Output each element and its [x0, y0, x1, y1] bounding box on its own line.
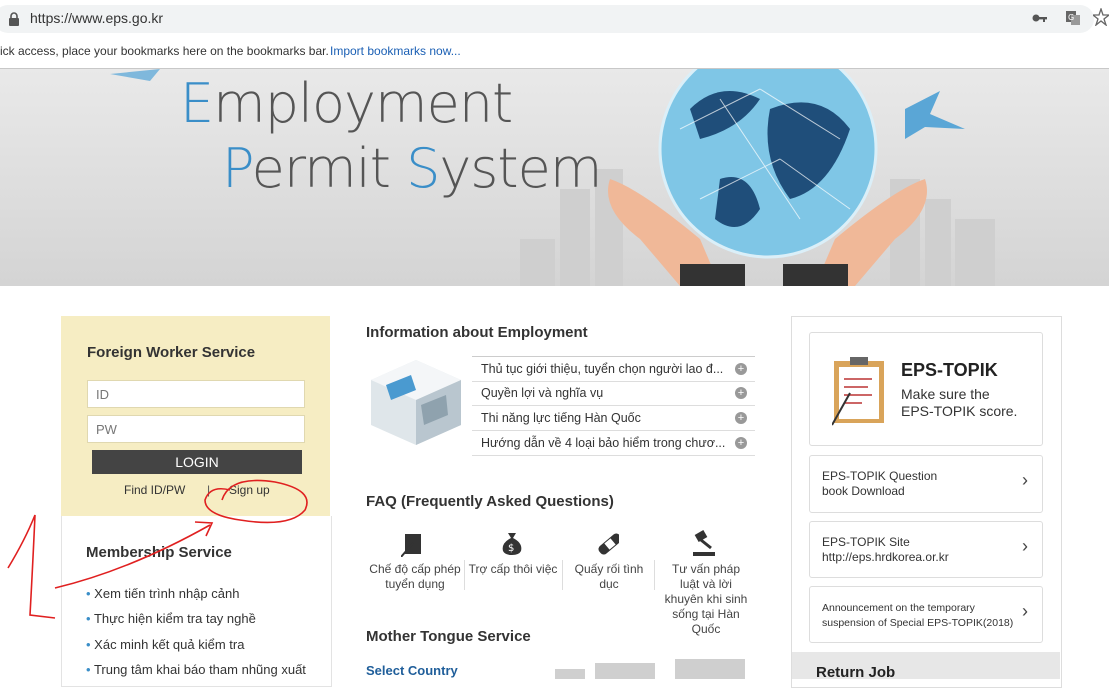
foreign-worker-title: Foreign Worker Service [87, 344, 256, 361]
svg-text:G: G [1068, 13, 1074, 22]
return-job-title: Return Job [816, 664, 896, 681]
translate-icon[interactable]: G [1065, 10, 1081, 26]
bandage-icon [598, 533, 619, 555]
id-input[interactable]: ID [87, 380, 305, 408]
info-employment-title: Information about Employment [366, 324, 588, 341]
bookmarks-hint: ick access, place your bookmarks here on… [0, 44, 329, 58]
svg-text:$: $ [508, 543, 514, 554]
eps-topik-site-link[interactable]: EPS-TOPIK Site http://eps.hrdkorea.or.kr… [809, 521, 1043, 578]
mother-tongue-title: Mother Tongue Service [366, 628, 531, 645]
money-bag-icon: $ [502, 533, 522, 555]
info-list-item[interactable]: Thi năng lực tiếng Hàn Quốc + [472, 406, 755, 431]
eps-topik-title: EPS-TOPIK [901, 360, 998, 380]
faq-item-severance[interactable]: Trợ cấp thôi việc [465, 562, 561, 577]
special-eps-topik-announcement-link[interactable]: Announcement on the temporary suspension… [809, 586, 1043, 643]
pw-input[interactable]: PW [87, 415, 305, 443]
faq-item-license[interactable]: Chế độ cấp phép tuyển dụng [366, 562, 464, 592]
eps-topik-desc-line1: Make sure the [901, 386, 990, 402]
eps-topik-desc-line2: EPS-TOPIK score. [901, 403, 1018, 419]
faq-title: FAQ (Frequently Asked Questions) [366, 493, 614, 510]
browser-address-bar: https://www.eps.go.kr G [0, 0, 1109, 38]
license-icon [401, 534, 421, 557]
info-list-item[interactable]: Quyền lợi và nghĩa vụ + [472, 381, 755, 406]
info-list-item[interactable]: Hướng dẫn về 4 loại bảo hiểm trong chươ.… [472, 431, 755, 456]
gavel-icon [693, 530, 715, 556]
plus-icon[interactable]: + [735, 363, 747, 375]
hero-title-line2: Permit System [222, 137, 602, 200]
question-book-download-link[interactable]: EPS-TOPIK Question book Download › [809, 455, 1043, 513]
key-icon[interactable] [1032, 12, 1048, 24]
chevron-right-icon: › [1022, 536, 1028, 556]
cube-image [371, 360, 461, 445]
info-list-item[interactable]: Thủ tục giới thiệu, tuyển chọn người lao… [472, 356, 755, 382]
lock-icon [9, 12, 19, 26]
hero-title-line1: Employment [180, 72, 513, 135]
eps-topik-card[interactable]: EPS-TOPIK Make sure the EPS-TOPIK score. [809, 332, 1043, 446]
chevron-right-icon: › [1022, 470, 1028, 490]
url-box[interactable] [0, 5, 1094, 33]
select-country-link[interactable]: Select Country [366, 663, 458, 678]
membership-item[interactable]: Trung tâm khai báo tham nhũng xuất [86, 662, 306, 677]
chevron-right-icon: › [1022, 601, 1028, 621]
plus-icon[interactable]: + [735, 387, 747, 399]
plus-icon[interactable]: + [735, 437, 747, 449]
handwritten-annotation [7, 479, 308, 619]
world-map-dots [555, 659, 745, 679]
faq-divider [562, 560, 563, 590]
membership-item[interactable]: Xác minh kết quả kiểm tra [86, 637, 244, 652]
url-text[interactable]: https://www.eps.go.kr [30, 10, 163, 26]
faq-divider [464, 560, 465, 590]
plus-icon[interactable]: + [735, 412, 747, 424]
faq-item-harassment[interactable]: Quấy rối tình dục [566, 562, 652, 592]
faq-divider [654, 560, 655, 590]
faq-item-legal-advice[interactable]: Tư vấn pháp luật và lời khuyên khi sinh sốn… [656, 562, 756, 637]
clipboard-icon [832, 357, 884, 426]
star-icon[interactable] [1093, 8, 1109, 26]
hero-banner: Employment Permit System [0, 69, 1109, 286]
import-bookmarks-link[interactable]: Import bookmarks now... [330, 44, 461, 58]
